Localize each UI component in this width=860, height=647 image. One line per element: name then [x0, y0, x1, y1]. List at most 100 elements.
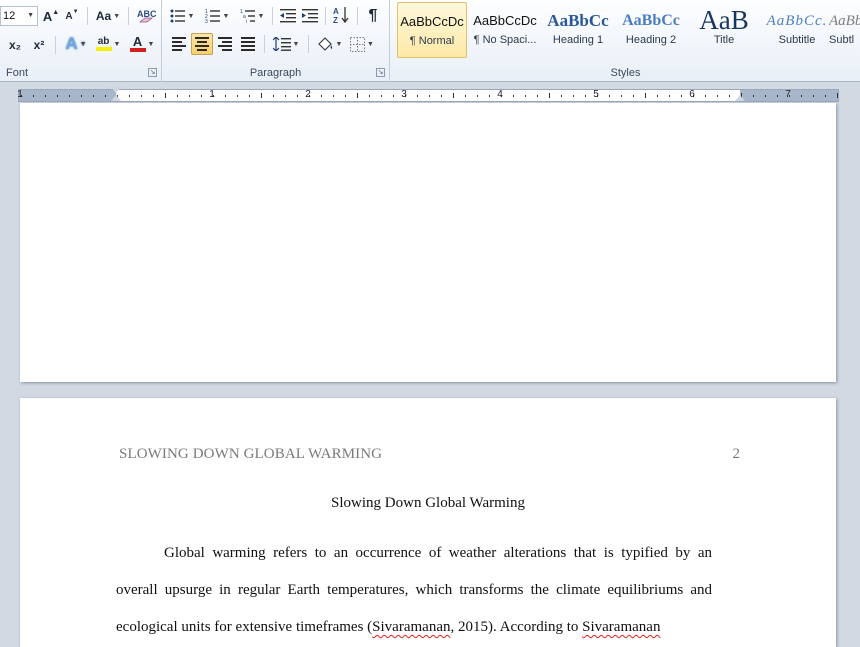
clear-formatting-button[interactable]: ABC — [134, 4, 158, 28]
text-effects-button[interactable]: A ▼ — [60, 33, 92, 55]
document-page-2[interactable]: SLOWING DOWN GLOBAL WARMING 2 Slowing Do… — [20, 398, 836, 647]
multilevel-list-icon: 1 a i — [240, 9, 255, 23]
ruler-number: 5 — [593, 89, 599, 100]
line-spacing-button[interactable]: ▼ — [270, 33, 302, 55]
chevron-down-icon: ▼ — [292, 40, 300, 48]
ruler-number: 4 — [497, 89, 503, 100]
ruler-tick — [249, 95, 250, 97]
chevron-down-icon: ▼ — [113, 40, 121, 48]
ruler-tick — [657, 95, 658, 97]
justify-button[interactable] — [237, 33, 259, 55]
hanging-indent-marker[interactable] — [111, 95, 121, 101]
highlight-button[interactable]: ab ▼ — [92, 33, 124, 55]
ruler-tick — [333, 95, 334, 97]
style-sample: AaBbCcDc — [400, 14, 464, 29]
chevron-down-icon: ▼ — [187, 12, 195, 20]
font-dialog-launcher-icon[interactable]: ↘ — [148, 68, 157, 77]
style-sample: AaBb — [829, 13, 860, 29]
document-title: Slowing Down Global Warming — [331, 495, 525, 511]
style-sample: AaBbCc — [547, 11, 609, 30]
ruler-tick — [585, 95, 586, 97]
superscript-button[interactable]: x² — [28, 34, 50, 56]
ruler-tick — [525, 95, 526, 97]
style-no-spacing[interactable]: AaBbCcDc ¶ No Spaci... — [470, 2, 540, 58]
citation-author: Sivaramanan — [582, 619, 661, 635]
bullets-button[interactable]: ▼ — [168, 5, 196, 27]
ruler-number: 7 — [785, 89, 791, 100]
style-name: Heading 2 — [625, 34, 677, 46]
separator — [55, 36, 56, 54]
highlight-label: ab — [97, 36, 110, 47]
borders-button[interactable]: ▼ — [347, 33, 377, 55]
style-subtitle[interactable]: AaBbCc. Subtitle — [762, 2, 832, 58]
show-formatting-marks-button[interactable]: ¶ — [362, 5, 384, 27]
style-title[interactable]: AaB Title — [689, 2, 759, 58]
chevron-down-icon: ▼ — [79, 40, 87, 48]
shading-button[interactable]: ▼ — [314, 33, 344, 55]
separator — [325, 7, 326, 25]
decrease-indent-button[interactable] — [277, 5, 299, 27]
ruler-tick — [489, 95, 490, 97]
chevron-down-icon: ▼ — [147, 40, 155, 48]
paragraph-group-label: Paragraph — [249, 67, 302, 79]
increase-indent-icon — [302, 9, 318, 23]
ruler-tick — [177, 95, 178, 97]
ruler-tick — [201, 95, 202, 97]
paint-bucket-icon — [317, 37, 332, 51]
align-left-button[interactable] — [168, 33, 190, 55]
ruler-tick — [261, 93, 262, 98]
shrink-font-label: A — [65, 10, 73, 22]
page-number: 2 — [732, 446, 741, 462]
pilcrow-icon: ¶ — [368, 7, 378, 24]
change-case-button[interactable]: Aa ▼ — [93, 5, 123, 27]
style-sample: AaBbCc — [622, 12, 680, 29]
svg-text:A: A — [333, 7, 339, 16]
style-normal[interactable]: AaBbCcDc ¶ Normal — [397, 2, 467, 58]
multilevel-list-button[interactable]: 1 a i ▼ — [237, 5, 267, 27]
ruler-tick — [273, 95, 274, 97]
chevron-down-icon: ▼ — [222, 12, 230, 20]
subscript-label: x₂ — [8, 38, 21, 52]
grow-font-button[interactable]: A ▲ — [41, 5, 61, 27]
numbering-button[interactable]: 1 2 3 ▼ — [202, 5, 232, 27]
ruler-tick — [33, 95, 34, 97]
font-color-button[interactable]: A ▼ — [126, 33, 158, 55]
style-subtle-emphasis[interactable]: AaBb Subtl — [829, 2, 860, 58]
chevron-down-icon[interactable]: ▼ — [27, 7, 34, 25]
horizontal-ruler[interactable]: 1 1 2 3 4 5 6 7 — [17, 87, 839, 102]
ruler-tick — [321, 95, 322, 97]
subscript-button[interactable]: x₂ — [4, 34, 26, 56]
separator — [357, 7, 358, 25]
chevron-down-icon: ▼ — [367, 40, 374, 48]
font-size-box[interactable]: 12 ▼ — [0, 6, 38, 26]
align-right-icon — [218, 37, 232, 51]
style-heading-1[interactable]: AaBbCc Heading 1 — [543, 2, 613, 58]
ruler-tick — [669, 95, 670, 97]
first-line-indent-marker[interactable] — [111, 87, 121, 93]
ruler-tick — [81, 95, 82, 97]
ruler-number: 2 — [305, 89, 311, 100]
sort-button[interactable]: A Z — [330, 4, 352, 26]
ruler-tick — [153, 95, 154, 97]
ruler-tick — [513, 95, 514, 97]
line-text: ecological units for extensive timeframe… — [116, 619, 373, 635]
style-heading-2[interactable]: AaBbCc Heading 2 — [616, 2, 686, 58]
right-indent-marker[interactable] — [735, 95, 745, 101]
document-page-1[interactable] — [20, 103, 836, 382]
ruler-tick — [105, 95, 106, 97]
align-right-button[interactable] — [214, 33, 236, 55]
ruler-tick — [825, 95, 826, 97]
superscript-label: x² — [33, 38, 45, 52]
font-size-value: 12 — [3, 10, 16, 22]
separator — [87, 7, 88, 25]
ruler-tick — [165, 93, 166, 98]
style-name: ¶ Normal — [409, 35, 455, 47]
ruler-tick — [441, 95, 442, 97]
shrink-font-button[interactable]: A ▼ — [63, 5, 81, 27]
paragraph-dialog-launcher-icon[interactable]: ↘ — [376, 68, 385, 77]
align-center-button[interactable] — [191, 33, 213, 55]
bullets-icon — [170, 9, 185, 23]
ruler-tick — [573, 95, 574, 97]
ruler-tick — [93, 95, 94, 97]
increase-indent-button[interactable] — [299, 5, 321, 27]
